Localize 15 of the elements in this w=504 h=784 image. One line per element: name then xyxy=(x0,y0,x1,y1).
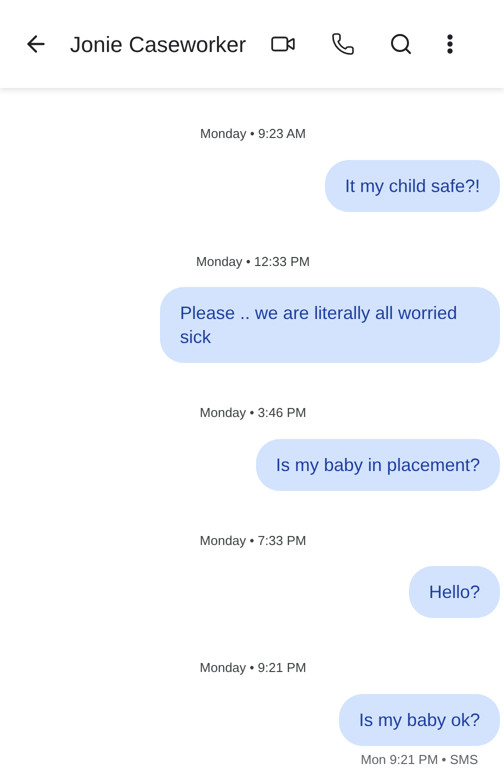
message-timestamp: Monday • 7:33 PM xyxy=(200,532,306,550)
message-timestamp: Monday • 3:46 PM xyxy=(200,404,306,422)
message-timestamp: Monday • 12:33 PM xyxy=(196,252,310,271)
message-timestamp: Monday • 9:21 PM xyxy=(200,659,306,677)
message-bubble: It my child safe?! xyxy=(324,160,500,212)
phone-icon xyxy=(331,32,356,56)
message-timestamp: Monday • 9:23 AM xyxy=(200,125,306,143)
message-bubble: Is my baby in placement? xyxy=(256,438,500,490)
contact-name: Jonie Caseworker xyxy=(70,30,246,58)
message-bubble: Is my baby ok? xyxy=(338,694,500,746)
message-bubble: Hello? xyxy=(408,566,500,618)
message-bubble: Please .. we are literally all worried sick xyxy=(160,287,500,363)
more-options-icon xyxy=(447,34,454,54)
message-status: Mon 9:21 PM • SMS xyxy=(360,750,478,768)
search-icon xyxy=(389,32,414,56)
